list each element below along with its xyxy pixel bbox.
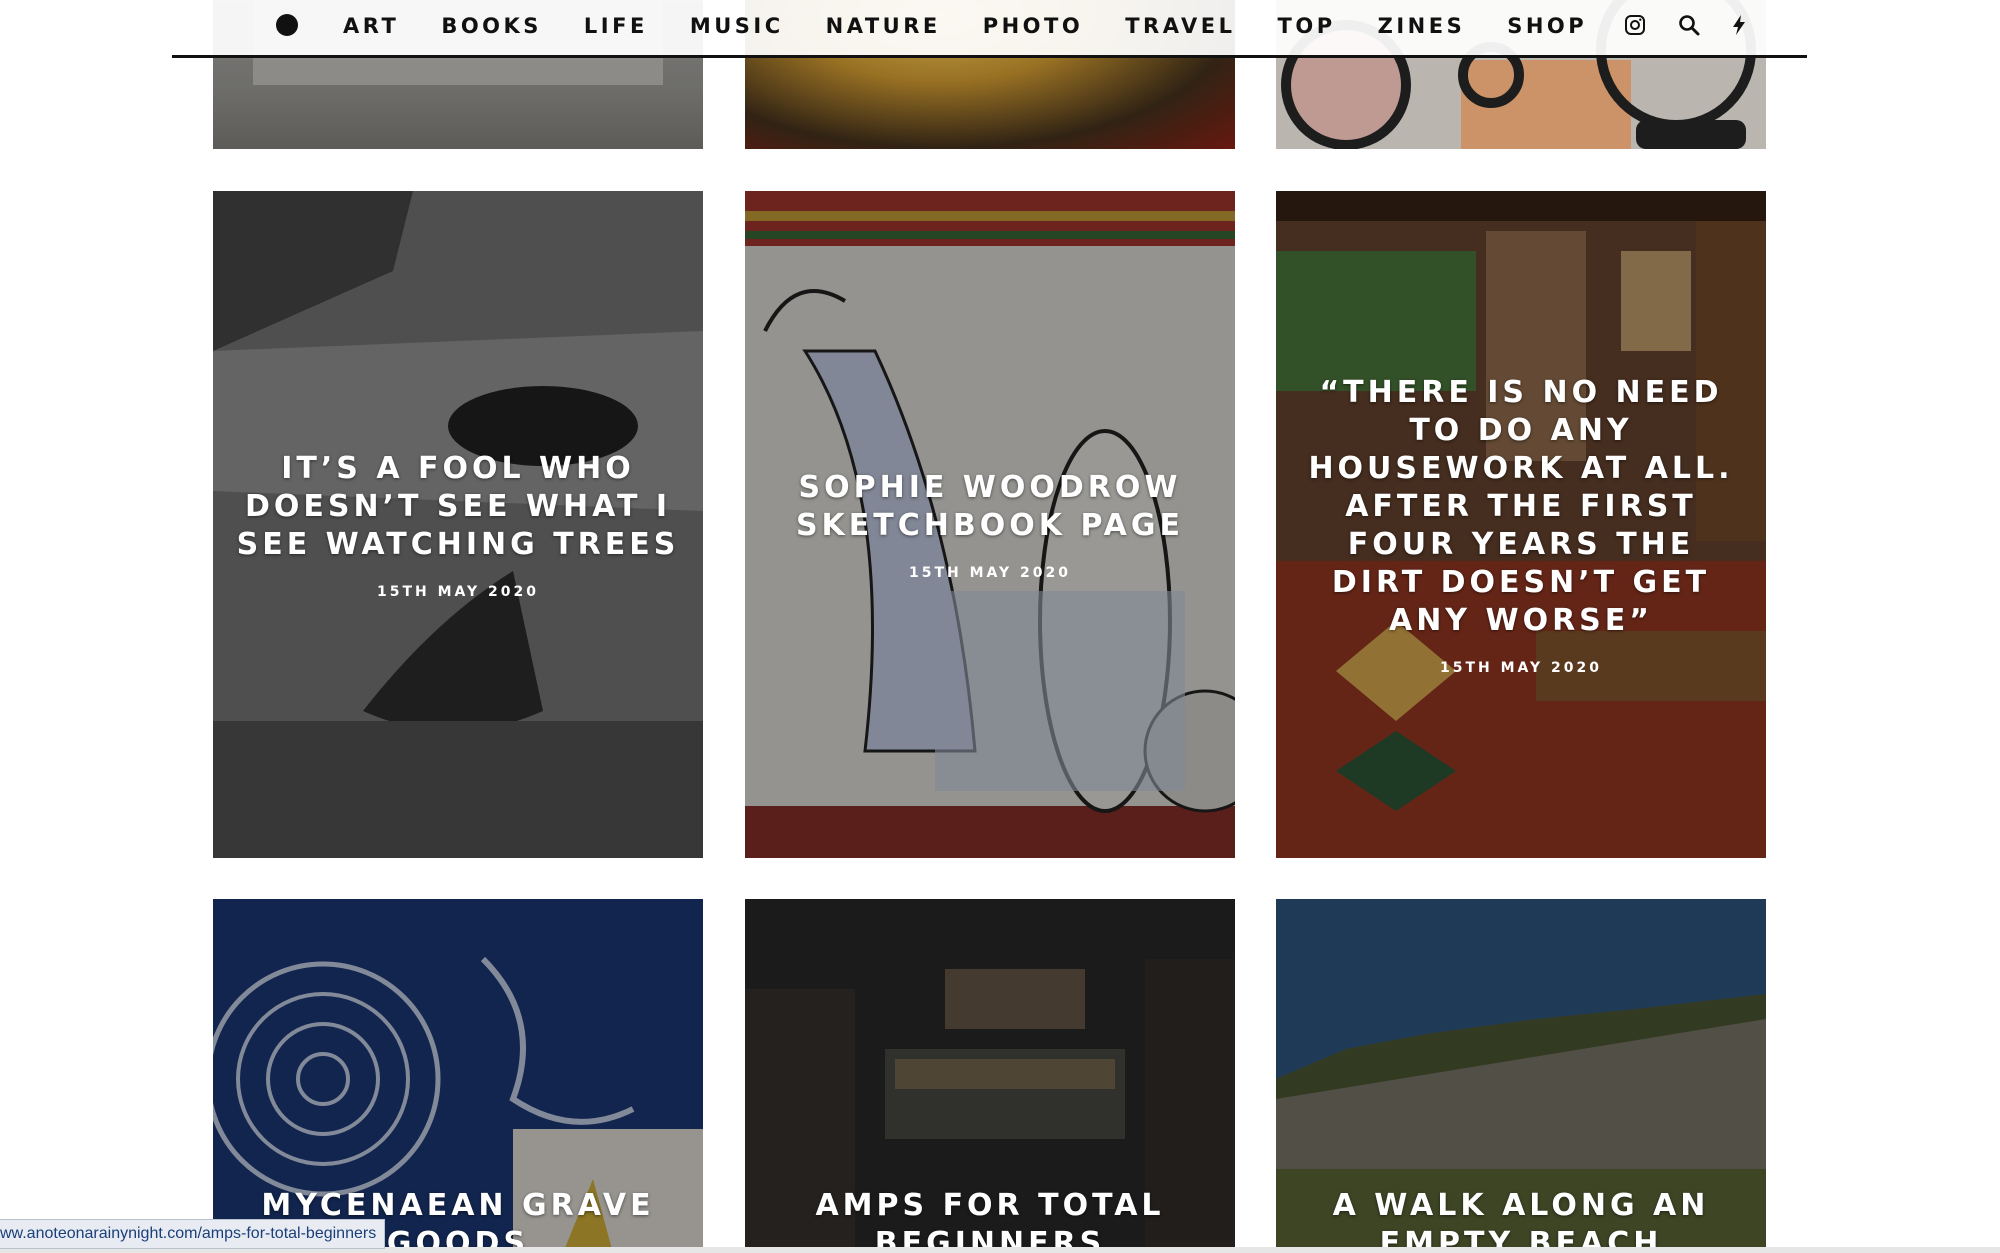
- main-nav: ART BOOKS LIFE MUSIC NATURE PHOTO TRAVEL…: [343, 0, 1629, 52]
- site-header: ART BOOKS LIFE MUSIC NATURE PHOTO TRAVEL…: [172, 0, 1807, 58]
- nav-item-travel[interactable]: TRAVEL: [1125, 14, 1235, 38]
- post-card-fool-trees[interactable]: It’s a fool who doesn’t see what I see w…: [213, 191, 703, 858]
- instagram-icon[interactable]: [1623, 13, 1647, 37]
- card-text: It’s a fool who doesn’t see what I see w…: [213, 450, 703, 600]
- post-card-housework-quote[interactable]: “There is no need to do any housework at…: [1276, 191, 1766, 858]
- nav-item-nature[interactable]: NATURE: [826, 14, 941, 38]
- post-card-amps-for-total-beginners[interactable]: Amps for total beginners: [745, 899, 1235, 1253]
- bolt-icon[interactable]: [1727, 13, 1751, 37]
- post-card-sophie-woodrow[interactable]: Sophie Woodrow Sketchbook Page 15TH MAY …: [745, 191, 1235, 858]
- post-date: 15TH MAY 2020: [1439, 659, 1603, 676]
- card-text: “There is no need to do any housework at…: [1276, 374, 1766, 676]
- card-text: Amps for total beginners: [745, 1187, 1235, 1253]
- card-text: Sophie Woodrow Sketchbook Page 15TH MAY …: [745, 469, 1235, 581]
- post-title[interactable]: A walk along an empty beach: [1296, 1187, 1746, 1253]
- nav-item-photo[interactable]: PHOTO: [983, 14, 1084, 38]
- post-card-mycenaean-grave-goods[interactable]: Mycenaean Grave Goods: [213, 899, 703, 1253]
- nav-item-zines[interactable]: ZINES: [1378, 14, 1466, 38]
- logo-dot-icon[interactable]: [276, 14, 298, 36]
- post-date: 15TH MAY 2020: [376, 583, 540, 600]
- nav-item-shop[interactable]: SHOP: [1507, 14, 1587, 38]
- search-icon[interactable]: [1677, 13, 1701, 37]
- post-title[interactable]: It’s a fool who doesn’t see what I see w…: [233, 450, 683, 564]
- post-title[interactable]: Sophie Woodrow Sketchbook Page: [765, 469, 1215, 545]
- post-card-walk-empty-beach[interactable]: A walk along an empty beach: [1276, 899, 1766, 1253]
- post-title[interactable]: “There is no need to do any housework at…: [1296, 374, 1746, 640]
- nav-item-top[interactable]: TOP: [1278, 14, 1336, 38]
- nav-item-music[interactable]: MUSIC: [690, 14, 784, 38]
- nav-item-life[interactable]: LIFE: [584, 14, 648, 38]
- post-date: 15TH MAY 2020: [908, 564, 1072, 581]
- post-title[interactable]: Amps for total beginners: [765, 1187, 1215, 1253]
- card-text: A walk along an empty beach: [1276, 1187, 1766, 1253]
- nav-item-art[interactable]: ART: [343, 14, 399, 38]
- nav-item-books[interactable]: BOOKS: [441, 14, 542, 38]
- status-bar-url: ww.anoteonarainynight.com/amps-for-total…: [0, 1219, 386, 1249]
